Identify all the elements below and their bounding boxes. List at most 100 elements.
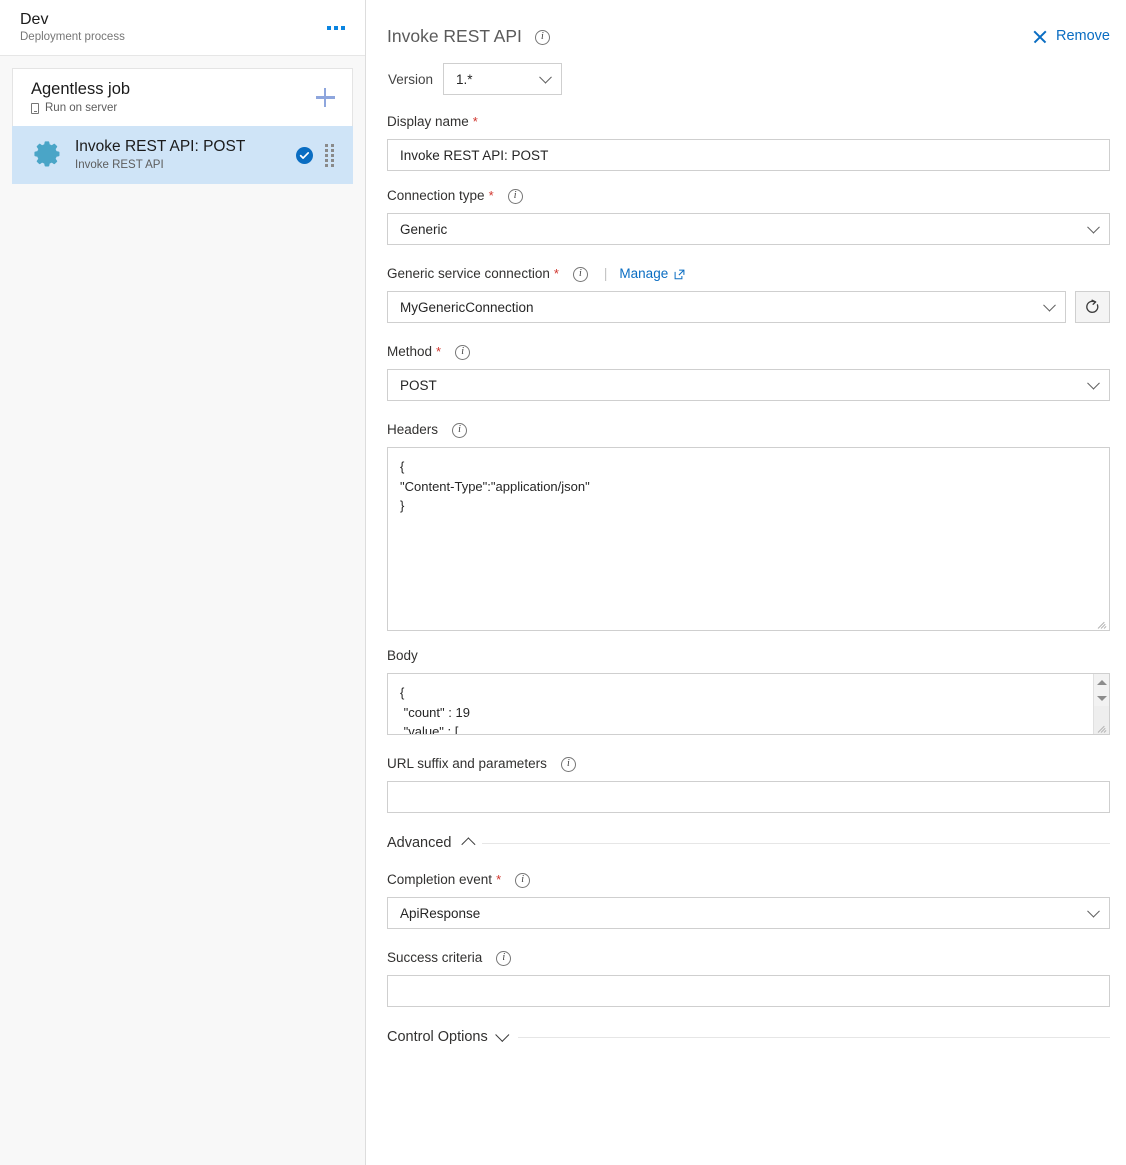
spacer (387, 171, 1110, 187)
body-textarea[interactable]: { "count" : 19 "value" : [ (387, 673, 1110, 735)
info-icon[interactable]: i (508, 189, 523, 204)
service-connection-row: MyGenericConnection (387, 291, 1110, 323)
task-texts: Invoke REST API: POST Invoke REST API (75, 137, 296, 173)
required-marker: * (496, 871, 501, 889)
spacer (387, 323, 1110, 343)
info-icon[interactable]: i (452, 423, 467, 438)
label-divider: | (604, 265, 608, 283)
section-divider (482, 843, 1111, 844)
chevron-down-icon (495, 1028, 509, 1042)
job-texts: Agentless job Run on server (31, 79, 308, 116)
chevron-down-icon (1043, 299, 1056, 312)
success-criteria-input[interactable] (387, 975, 1110, 1007)
refresh-button[interactable] (1075, 291, 1110, 323)
advanced-section-title: Advanced (387, 835, 452, 851)
headers-label-row: Headers i (387, 421, 1110, 439)
sidebar-task-invoke-rest-api[interactable]: Invoke REST API: POST Invoke REST API (12, 126, 353, 184)
completion-event-label-row: Completion event * i (387, 871, 1110, 889)
advanced-section-toggle[interactable]: Advanced (387, 835, 1110, 851)
info-icon[interactable]: i (455, 345, 470, 360)
chevron-down-icon (1087, 377, 1100, 390)
task-editor-screen: Dev Deployment process Agentless job Run… (0, 0, 1126, 1165)
spacer (387, 401, 1110, 421)
connection-type-label-row: Connection type * i (387, 187, 1110, 205)
triangle-down-icon (1097, 696, 1107, 701)
ellipsis-dot (341, 26, 345, 30)
task-title: Invoke REST API: POST (75, 137, 296, 156)
manage-link-label: Manage (619, 265, 668, 283)
task-detail-panel: Invoke REST API i Remove Version 1.* Dis… (366, 0, 1126, 1165)
headers-label: Headers (387, 421, 438, 439)
display-name-label: Display name (387, 113, 469, 131)
connection-type-select[interactable]: Generic (387, 213, 1110, 245)
process-title: Dev (20, 10, 321, 29)
required-marker: * (489, 187, 494, 205)
triangle-up-icon (1097, 680, 1107, 685)
display-name-input[interactable]: Invoke REST API: POST (387, 139, 1110, 171)
required-marker: * (554, 265, 559, 283)
process-header-texts: Dev Deployment process (20, 10, 321, 45)
connection-type-value: Generic (400, 222, 447, 237)
manage-link[interactable]: Manage (619, 265, 685, 283)
spacer (387, 631, 1110, 647)
task-form: Display name * Invoke REST API: POST Con… (387, 95, 1110, 1045)
service-connection-value: MyGenericConnection (400, 300, 534, 315)
job-subtitle: Run on server (45, 101, 117, 116)
scroll-down-button[interactable] (1094, 690, 1109, 706)
process-subtitle: Deployment process (20, 30, 321, 45)
ellipsis-icon[interactable] (321, 14, 351, 42)
control-options-section-title: Control Options (387, 1029, 488, 1045)
url-suffix-label-row: URL suffix and parameters i (387, 755, 1110, 773)
url-suffix-label: URL suffix and parameters (387, 755, 547, 773)
body-label-row: Body (387, 647, 1110, 665)
check-circle-icon (296, 147, 313, 164)
remove-button-label: Remove (1056, 28, 1110, 44)
method-label: Method (387, 343, 432, 361)
spacer (387, 929, 1110, 949)
body-scrollbar[interactable] (1093, 674, 1109, 734)
field-body: Body { "count" : 19 "value" : [ (387, 647, 1110, 735)
service-connection-select[interactable]: MyGenericConnection (387, 291, 1066, 323)
service-connection-label: Generic service connection (387, 265, 550, 283)
headers-textarea[interactable]: { "Content-Type":"application/json" } (387, 447, 1110, 631)
drag-handle-icon[interactable] (325, 144, 337, 167)
url-suffix-input[interactable] (387, 781, 1110, 813)
job-title: Agentless job (31, 79, 308, 99)
success-criteria-label: Success criteria (387, 949, 482, 967)
jobs-area: Agentless job Run on server Invoke (0, 56, 365, 1165)
chevron-up-icon (461, 837, 475, 851)
control-options-section-toggle[interactable]: Control Options (387, 1029, 1110, 1045)
version-select[interactable]: 1.* (443, 63, 562, 95)
info-icon[interactable]: i (561, 757, 576, 772)
agentless-job-card[interactable]: Agentless job Run on server (12, 68, 353, 126)
scroll-up-button[interactable] (1094, 674, 1109, 690)
version-label: Version (388, 72, 433, 87)
field-display-name: Display name * Invoke REST API: POST (387, 113, 1110, 171)
info-icon[interactable]: i (515, 873, 530, 888)
external-link-icon (674, 269, 685, 280)
scroll-corner (1094, 706, 1109, 734)
field-method: Method * i POST (387, 343, 1110, 401)
info-icon[interactable]: i (573, 267, 588, 282)
info-icon[interactable]: i (535, 30, 550, 45)
method-value: POST (400, 378, 437, 393)
server-icon (31, 103, 39, 114)
version-row: Version 1.* (387, 63, 1110, 95)
ellipsis-dot (327, 26, 331, 30)
resize-grip-icon[interactable] (1097, 618, 1108, 629)
spacer (387, 735, 1110, 755)
method-select[interactable]: POST (387, 369, 1110, 401)
remove-button[interactable]: Remove (1032, 28, 1110, 44)
info-icon[interactable]: i (496, 951, 511, 966)
close-icon (1032, 29, 1047, 44)
method-label-row: Method * i (387, 343, 1110, 361)
field-completion-event: Completion event * i ApiResponse (387, 871, 1110, 929)
plus-icon[interactable] (308, 81, 342, 115)
completion-event-select[interactable]: ApiResponse (387, 897, 1110, 929)
success-criteria-label-row: Success criteria i (387, 949, 1110, 967)
version-select-value: 1.* (456, 72, 473, 87)
field-connection-type: Connection type * i Generic (387, 187, 1110, 245)
field-url-suffix: URL suffix and parameters i (387, 755, 1110, 813)
spacer (387, 855, 1110, 871)
refresh-icon (1084, 299, 1101, 316)
